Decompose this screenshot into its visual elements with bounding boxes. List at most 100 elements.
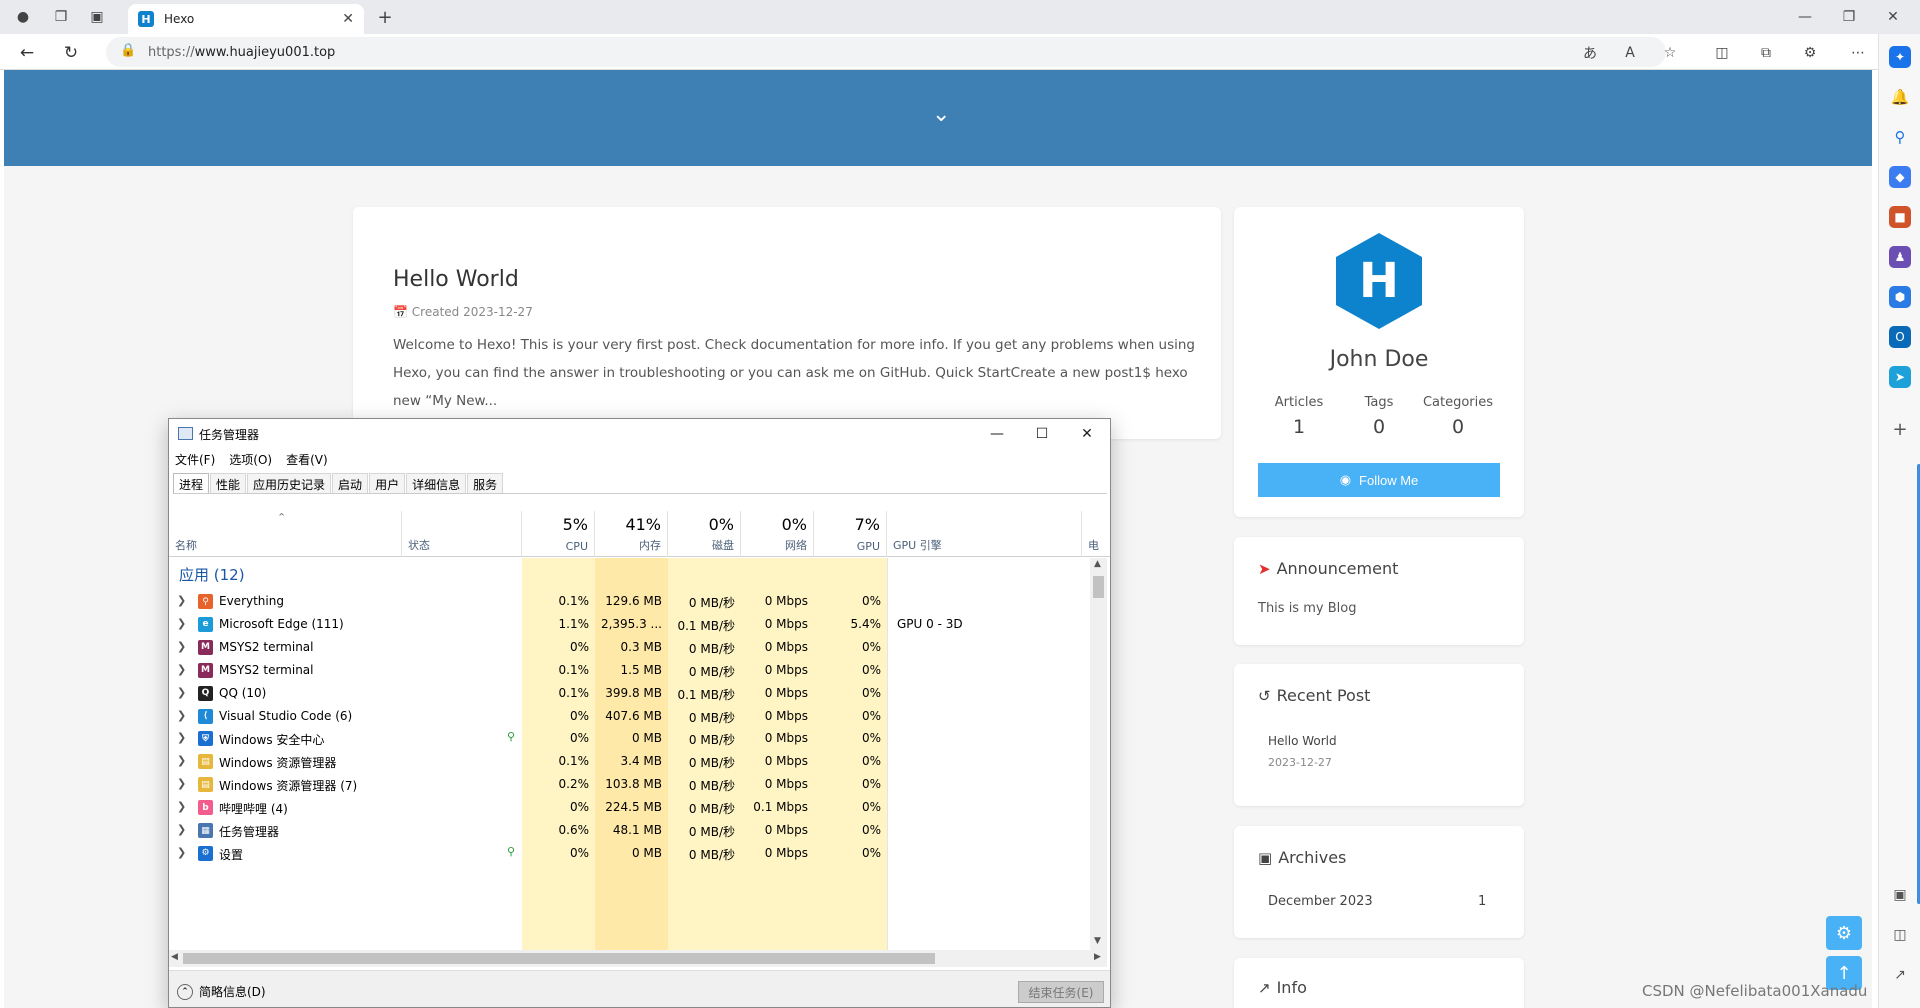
menu-file[interactable]: 文件(F) bbox=[175, 451, 215, 468]
col-power[interactable]: 电 bbox=[1082, 511, 1110, 557]
tools-icon[interactable]: ■ bbox=[1889, 206, 1911, 228]
tab-hexo[interactable]: H Hexo ✕ bbox=[128, 4, 364, 34]
process-mem: 129.6 MB bbox=[605, 594, 662, 608]
tab-title: Hexo bbox=[164, 12, 195, 26]
col-gpu-engine[interactable]: GPU 引擎 bbox=[887, 511, 1082, 557]
tm-close-icon[interactable]: ✕ bbox=[1072, 423, 1102, 445]
close-window-icon[interactable]: ✕ bbox=[1882, 6, 1904, 28]
new-tab-icon[interactable]: + bbox=[374, 6, 396, 28]
open-external-icon[interactable]: ↗ bbox=[1889, 964, 1911, 986]
vertical-scrollbar[interactable]: ▲ ▼ bbox=[1090, 558, 1107, 950]
process-name: MSYS2 terminal bbox=[219, 639, 314, 654]
read-aloud-icon[interactable]: A bbox=[1620, 43, 1640, 63]
col-network[interactable]: 0% 网络 bbox=[741, 511, 814, 557]
process-disk: 0 MB/秒 bbox=[688, 641, 735, 656]
scroll-right-arrow-icon[interactable]: ▶ bbox=[1094, 952, 1101, 962]
expand-chevron-icon[interactable]: ❯ bbox=[177, 663, 186, 676]
games-icon[interactable]: ♟ bbox=[1889, 246, 1911, 268]
screenshot-icon[interactable]: ▣ bbox=[1889, 884, 1911, 906]
scroll-left-arrow-icon[interactable]: ◀ bbox=[171, 952, 178, 962]
microsoft365-icon[interactable]: ⬢ bbox=[1889, 286, 1911, 308]
archive-month-link[interactable]: December 2023 bbox=[1268, 894, 1373, 909]
menu-options[interactable]: 选项(O) bbox=[229, 451, 272, 468]
outlook-icon[interactable]: O bbox=[1889, 326, 1911, 348]
process-disk: 0 MB/秒 bbox=[688, 756, 735, 771]
back-icon[interactable]: ← bbox=[16, 42, 38, 64]
brief-info-toggle[interactable]: ⌃ 简略信息(D) bbox=[177, 983, 266, 1000]
scroll-down-arrow-icon[interactable]: ▼ bbox=[1094, 936, 1101, 946]
workspaces-icon[interactable]: ❐ bbox=[50, 6, 72, 28]
author-name: John Doe bbox=[1329, 347, 1429, 372]
msys2-icon: M bbox=[198, 662, 213, 678]
drop-icon[interactable]: ➤ bbox=[1889, 366, 1911, 388]
apps-group-header[interactable]: 应用 (12) bbox=[179, 564, 245, 585]
task-manager-titlebar[interactable]: 任务管理器 — ☐ ✕ bbox=[169, 419, 1110, 449]
expand-chevron-icon[interactable]: ❯ bbox=[177, 800, 186, 813]
tab-app-history[interactable]: 应用历史记录 bbox=[247, 473, 332, 493]
scroll-down-chevron-icon[interactable]: ⌄ bbox=[932, 102, 950, 127]
add-sidebar-icon[interactable]: + bbox=[1889, 418, 1911, 440]
favorite-star-icon[interactable]: ☆ bbox=[1660, 43, 1680, 63]
translate-icon[interactable]: あ bbox=[1580, 43, 1600, 63]
tab-actions-icon[interactable]: ▣ bbox=[86, 6, 108, 28]
expand-chevron-icon[interactable]: ❯ bbox=[177, 686, 186, 699]
vertical-scroll-thumb[interactable] bbox=[1093, 576, 1104, 598]
process-disk: 0 MB/秒 bbox=[688, 596, 735, 610]
col-memory[interactable]: 41% 内存 bbox=[595, 511, 668, 557]
tab-details[interactable]: 详细信息 bbox=[406, 473, 467, 493]
tab-users[interactable]: 用户 bbox=[369, 473, 406, 493]
extensions-icon[interactable]: ⚙ bbox=[1800, 43, 1820, 63]
tm-minimize-icon[interactable]: — bbox=[982, 423, 1012, 445]
stat-articles[interactable]: Articles 1 bbox=[1259, 395, 1339, 438]
tm-maximize-icon[interactable]: ☐ bbox=[1027, 423, 1057, 445]
refresh-icon[interactable]: ↻ bbox=[60, 42, 82, 64]
expand-chevron-icon[interactable]: ❯ bbox=[177, 731, 186, 744]
post-meta: 📅 Created 2023-12-27 bbox=[393, 305, 533, 319]
expand-chevron-icon[interactable]: ❯ bbox=[177, 777, 186, 790]
copilot-icon[interactable]: ✦ bbox=[1889, 46, 1911, 68]
expand-chevron-icon[interactable]: ❯ bbox=[177, 617, 186, 630]
expand-chevron-icon[interactable]: ❯ bbox=[177, 754, 186, 767]
process-gpu: 0% bbox=[861, 731, 881, 746]
collections-icon[interactable]: ⧉ bbox=[1756, 43, 1776, 63]
tab-processes[interactable]: 进程 bbox=[173, 473, 210, 493]
sidebar-toggle-icon[interactable]: ◫ bbox=[1889, 924, 1911, 946]
tab-performance[interactable]: 性能 bbox=[210, 473, 247, 493]
recent-post-link[interactable]: Hello World bbox=[1268, 734, 1337, 748]
col-cpu[interactable]: 5% CPU bbox=[522, 511, 595, 557]
expand-chevron-icon[interactable]: ❯ bbox=[177, 823, 186, 836]
more-options-icon[interactable]: ⋯ bbox=[1848, 43, 1868, 63]
col-gpu[interactable]: 7% GPU bbox=[814, 511, 887, 557]
horizontal-scroll-thumb[interactable] bbox=[183, 953, 935, 964]
col-status[interactable]: 状态 bbox=[402, 511, 522, 557]
tab-startup[interactable]: 启动 bbox=[332, 473, 369, 493]
expand-chevron-icon[interactable]: ❯ bbox=[177, 709, 186, 722]
settings-float-button[interactable]: ⚙ bbox=[1826, 916, 1862, 950]
stat-tags[interactable]: Tags 0 bbox=[1339, 395, 1419, 438]
close-tab-icon[interactable]: ✕ bbox=[342, 11, 354, 27]
profile-icon[interactable]: ● bbox=[12, 6, 34, 28]
lock-icon[interactable]: 🔒 bbox=[120, 43, 136, 58]
tab-services[interactable]: 服务 bbox=[467, 473, 504, 493]
restore-icon[interactable]: ❐ bbox=[1838, 6, 1860, 28]
expand-chevron-icon[interactable]: ❯ bbox=[177, 846, 186, 859]
stat-categories[interactable]: Categories 0 bbox=[1418, 395, 1498, 438]
menu-view[interactable]: 查看(V) bbox=[286, 451, 328, 468]
url-field[interactable]: 🔒 https://www.huajieyu001.top bbox=[106, 37, 1666, 67]
col-name[interactable]: ⌃ 名称 bbox=[169, 511, 402, 557]
shopping-icon[interactable]: ◆ bbox=[1889, 166, 1911, 188]
end-task-button[interactable]: 结束任务(E) bbox=[1018, 981, 1104, 1003]
scroll-up-arrow-icon[interactable]: ▲ bbox=[1094, 559, 1101, 569]
horizontal-scrollbar[interactable]: ◀ ▶ bbox=[169, 950, 1107, 967]
search-icon[interactable]: ⚲ bbox=[1889, 126, 1911, 148]
expand-chevron-icon[interactable]: ❯ bbox=[177, 640, 186, 653]
follow-me-button[interactable]: ◉ Follow Me bbox=[1258, 463, 1500, 497]
minimize-icon[interactable]: — bbox=[1794, 6, 1816, 28]
split-screen-icon[interactable]: ◫ bbox=[1712, 43, 1732, 63]
col-disk[interactable]: 0% 磁盘 bbox=[668, 511, 741, 557]
post-title[interactable]: Hello World bbox=[393, 267, 519, 292]
expand-chevron-icon[interactable]: ❯ bbox=[177, 594, 186, 607]
notifications-icon[interactable]: 🔔 bbox=[1889, 86, 1911, 108]
process-row[interactable]: ❯ ⚙ 设置 ⚲ 0% 0 MB 0 MB/秒 0 Mbps 0% bbox=[169, 840, 1091, 868]
arrow-up-icon: ↑ bbox=[1836, 962, 1852, 984]
